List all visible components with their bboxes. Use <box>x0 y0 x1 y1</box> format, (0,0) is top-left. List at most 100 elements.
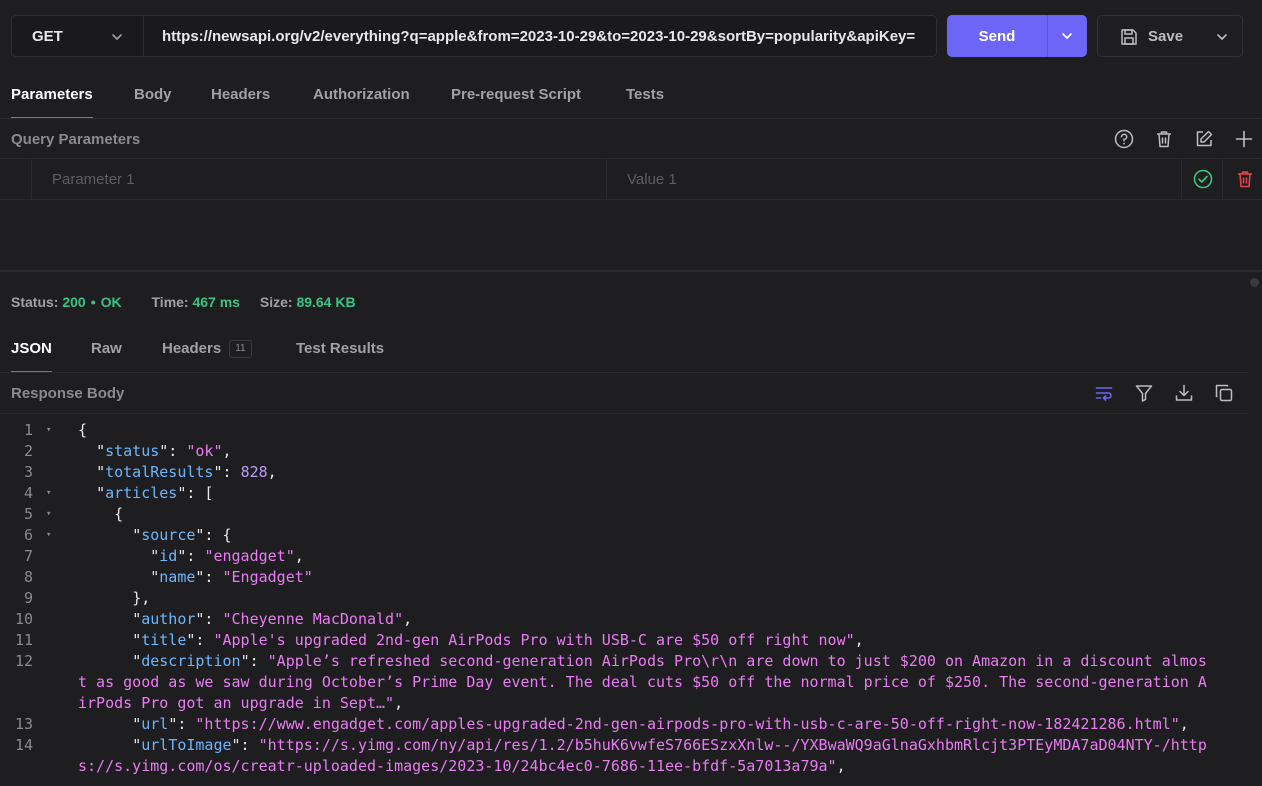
line-gutter: 12 <box>0 651 78 714</box>
fold-arrow-icon[interactable]: ▾ <box>46 420 56 441</box>
param-enable-cell <box>1181 159 1222 199</box>
tab-authorization[interactable]: Authorization <box>313 77 410 119</box>
response-json-viewer[interactable]: 1 ▾{2 "status": "ok", 3 "totalResults": 82… <box>0 420 1248 786</box>
line-source: { <box>78 504 1248 525</box>
line-source: "name": "Engadget" <box>78 567 1248 588</box>
line-number: 1 <box>23 421 33 439</box>
json-punctuation: " <box>132 631 142 649</box>
code-line: 1 ▾{ <box>0 420 1248 441</box>
url-input[interactable] <box>144 16 936 56</box>
json-punctuation: ": <box>177 547 205 565</box>
line-number: 4 <box>23 484 33 502</box>
param-key-input[interactable] <box>32 159 606 199</box>
tab-response-headers[interactable]: Headers 11 <box>162 331 252 373</box>
json-punctuation: ": <box>195 568 223 586</box>
line-gutter: 3 <box>0 462 78 483</box>
line-number: 8 <box>23 568 33 586</box>
json-key: description <box>141 652 241 670</box>
line-gutter: 5 ▾ <box>0 504 78 525</box>
param-key-cell <box>31 159 606 199</box>
param-value-input[interactable] <box>607 159 1181 199</box>
tab-raw[interactable]: Raw <box>91 331 122 373</box>
copy-icon[interactable] <box>1213 382 1235 404</box>
check-circle-icon[interactable] <box>1192 168 1214 190</box>
json-key: author <box>141 610 196 628</box>
code-line: 14 "urlToImage": "https://s.yimg.com/ny/… <box>0 735 1248 777</box>
chevron-down-icon[interactable] <box>1060 29 1074 43</box>
line-number: 7 <box>23 547 33 565</box>
response-scroll-thumb[interactable] <box>1250 278 1259 287</box>
status-text: OK <box>100 294 122 310</box>
json-key: articles <box>105 484 178 502</box>
edit-icon[interactable] <box>1193 128 1215 150</box>
tab-parameters[interactable]: Parameters <box>11 77 93 119</box>
json-key: status <box>105 442 160 460</box>
tab-test-results[interactable]: Test Results <box>296 331 384 373</box>
code-line: 7 "id": "engadget", <box>0 546 1248 567</box>
word-wrap-icon[interactable] <box>1093 382 1115 404</box>
json-key: name <box>159 568 196 586</box>
response-splitter[interactable] <box>0 270 1262 272</box>
send-button[interactable]: Send <box>947 15 1087 57</box>
download-icon[interactable] <box>1173 382 1195 404</box>
status-dot: • <box>90 294 96 310</box>
json-punctuation: " <box>132 526 142 544</box>
tab-json[interactable]: JSON <box>11 331 52 373</box>
code-line: 13 "url": "https://www.engadget.com/appl… <box>0 714 1248 735</box>
trash-icon[interactable] <box>1153 128 1175 150</box>
status-label: Status: <box>11 294 59 310</box>
time-value: 467 ms <box>192 294 240 310</box>
line-gutter: 8 <box>0 567 78 588</box>
time-label: Time: <box>151 294 189 310</box>
json-punctuation: { <box>78 421 88 439</box>
help-circle-icon[interactable] <box>1113 128 1135 150</box>
json-string: "ok" <box>186 442 223 460</box>
json-punctuation: ": [ <box>177 484 214 502</box>
save-label: Save <box>1148 28 1184 45</box>
json-key: title <box>141 631 187 649</box>
line-gutter: 10 <box>0 609 78 630</box>
method-label: GET <box>32 27 63 45</box>
size-label: Size: <box>259 294 293 310</box>
json-punctuation: , <box>267 463 277 481</box>
line-source: "description": "Apple’s refreshed second… <box>78 651 1248 714</box>
chevron-down-icon[interactable] <box>1215 30 1229 44</box>
fold-arrow-icon[interactable]: ▾ <box>46 525 56 546</box>
line-number: 5 <box>23 505 33 523</box>
response-scrollbar[interactable] <box>1248 272 1262 786</box>
request-bar: GET Send Save <box>0 0 1262 72</box>
response-tabs: JSON Raw Headers 11 Test Results <box>0 331 1248 373</box>
filter-icon[interactable] <box>1133 382 1155 404</box>
json-punctuation: ": <box>159 442 187 460</box>
json-string: "Engadget" <box>222 568 313 586</box>
trash-icon[interactable] <box>1234 168 1256 190</box>
json-string: "https://www.engadget.com/apples-upgrade… <box>195 715 1180 733</box>
line-gutter: 13 <box>0 714 78 735</box>
json-punctuation: ": <box>240 652 268 670</box>
code-line: 5 ▾ { <box>0 504 1248 525</box>
url-field[interactable] <box>143 15 937 57</box>
code-line: 12 "description": "Apple’s refreshed sec… <box>0 651 1248 714</box>
json-punctuation: , <box>854 631 864 649</box>
line-source: { <box>78 420 1248 441</box>
json-key: urlToImage <box>141 736 232 754</box>
tab-body[interactable]: Body <box>134 77 172 119</box>
code-line: 11 "title": "Apple's upgraded 2nd-gen Ai… <box>0 630 1248 651</box>
response-body-header: Response Body <box>0 373 1248 413</box>
fold-arrow-icon[interactable]: ▾ <box>46 504 56 525</box>
json-string: "Cheyenne MacDonald" <box>222 610 404 628</box>
tab-headers[interactable]: Headers <box>211 77 270 119</box>
method-select[interactable]: GET <box>11 15 143 57</box>
plus-icon[interactable] <box>1233 128 1255 150</box>
line-source: }, <box>78 588 1248 609</box>
fold-arrow-icon[interactable]: ▾ <box>46 483 56 504</box>
line-gutter: 7 <box>0 546 78 567</box>
line-source: "title": "Apple's upgraded 2nd-gen AirPo… <box>78 630 1248 651</box>
json-punctuation: " <box>150 568 160 586</box>
save-button[interactable]: Save <box>1097 15 1243 57</box>
json-string: "engadget" <box>204 547 295 565</box>
line-number: 2 <box>23 442 33 460</box>
tab-pre-request-script[interactable]: Pre-request Script <box>451 77 581 119</box>
tab-tests[interactable]: Tests <box>626 77 664 119</box>
line-gutter: 1 ▾ <box>0 420 78 441</box>
